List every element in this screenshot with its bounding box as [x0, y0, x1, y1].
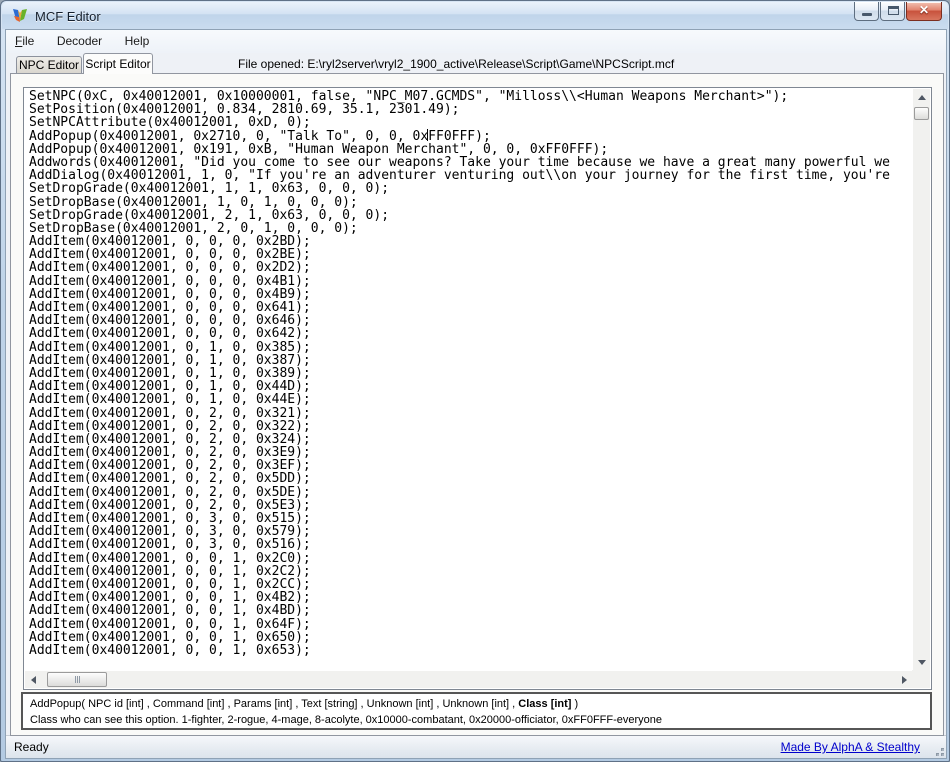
minimize-button[interactable] [854, 2, 879, 21]
tabstrip: NPC Editor Script Editor File opened: E:… [6, 53, 946, 74]
app-window: MCF Editor ✕ File Decoder Help NPC Edito… [0, 0, 950, 762]
code-line: AddItem(0x40012001, 0, 0, 1, 0x2C2); [29, 565, 912, 578]
scroll-right-button[interactable] [896, 671, 912, 688]
function-signature: AddPopup( NPC id [int] , Command [int] ,… [30, 696, 923, 712]
function-help-box: AddPopup( NPC id [int] , Command [int] ,… [21, 692, 932, 730]
code-line: SetNPCAttribute(0x40012001, 0xD, 0); [29, 116, 912, 129]
code-line: AddItem(0x40012001, 0, 0, 1, 0x650); [29, 631, 912, 644]
minimize-icon [862, 13, 872, 16]
code-line: AddPopup(0x40012001, 0x2710, 0, "Talk To… [29, 130, 912, 143]
menubar: File Decoder Help [6, 30, 946, 53]
code-line: SetDropGrade(0x40012001, 2, 1, 0x63, 0, … [29, 209, 912, 222]
scrollbar-corner [912, 670, 930, 688]
script-textarea[interactable]: SetNPC(0xC, 0x40012001, 0x10000001, fals… [23, 87, 932, 690]
menu-decoder[interactable]: Decoder [48, 30, 111, 52]
status-text: Ready [14, 740, 49, 754]
code-line: AddItem(0x40012001, 0, 1, 0, 0x44E); [29, 393, 912, 406]
code-line: AddItem(0x40012001, 0, 2, 0, 0x5DE); [29, 486, 912, 499]
resize-grip-icon[interactable] [930, 742, 944, 756]
code-line: AddItem(0x40012001, 0, 2, 0, 0x321); [29, 407, 912, 420]
statusbar: Ready Made By AlphA & Stealthy [6, 735, 946, 758]
code-line: AddItem(0x40012001, 0, 1, 0, 0x385); [29, 341, 912, 354]
code-line: AddItem(0x40012001, 0, 0, 1, 0x4BD); [29, 604, 912, 617]
text-caret [427, 129, 428, 141]
code-line: AddItem(0x40012001, 0, 0, 1, 0x2C0); [29, 552, 912, 565]
code-line: AddItem(0x40012001, 0, 0, 0, 0x2D2); [29, 261, 912, 274]
scroll-right-icon [902, 676, 907, 684]
code-line: AddItem(0x40012001, 0, 0, 0, 0x642); [29, 327, 912, 340]
code-line: AddPopup(0x40012001, 0x191, 0xB, "Human … [29, 143, 912, 156]
scroll-left-button[interactable] [25, 671, 41, 688]
maximize-icon [888, 6, 899, 15]
app-logo-icon [11, 7, 29, 25]
menu-help[interactable]: Help [116, 30, 159, 52]
code-line: SetDropGrade(0x40012001, 1, 1, 0x63, 0, … [29, 182, 912, 195]
code-line: AddItem(0x40012001, 0, 1, 0, 0x387); [29, 354, 912, 367]
scroll-up-button[interactable] [913, 89, 930, 105]
menu-file[interactable]: File [6, 30, 43, 52]
file-opened-label: File opened: E:\ryl2server\vryl2_1900_ac… [238, 57, 674, 71]
client-area: File Decoder Help NPC Editor Script Edit… [5, 29, 947, 759]
tab-npc-editor[interactable]: NPC Editor [16, 56, 82, 74]
horizontal-scroll-thumb[interactable] [47, 672, 107, 687]
function-description: Class who can see this option. 1-fighter… [30, 712, 923, 728]
code-content[interactable]: SetNPC(0xC, 0x40012001, 0x10000001, fals… [25, 89, 912, 670]
window-title: MCF Editor [35, 9, 101, 24]
code-line: AddItem(0x40012001, 0, 0, 0, 0x4B1); [29, 275, 912, 288]
code-line: AddItem(0x40012001, 0, 3, 0, 0x516); [29, 538, 912, 551]
code-line: AddItem(0x40012001, 0, 0, 1, 0x64F); [29, 618, 912, 631]
scroll-down-button[interactable] [913, 654, 930, 670]
scroll-up-icon [918, 95, 926, 100]
maximize-button[interactable] [880, 2, 905, 21]
vertical-scrollbar[interactable] [913, 89, 930, 670]
close-button[interactable]: ✕ [906, 2, 942, 21]
close-icon: ✕ [919, 3, 929, 17]
tab-script-editor[interactable]: Script Editor [83, 53, 153, 74]
script-editor-page: SetNPC(0xC, 0x40012001, 0x10000001, fals… [10, 73, 944, 736]
vertical-scroll-thumb[interactable] [914, 107, 929, 120]
code-line: AddItem(0x40012001, 0, 0, 1, 0x653); [29, 644, 912, 657]
horizontal-scrollbar[interactable] [25, 671, 912, 688]
code-line: SetDropBase(0x40012001, 1, 0, 1, 0, 0, 0… [29, 196, 912, 209]
titlebar[interactable]: MCF Editor ✕ [2, 2, 948, 29]
credits-link[interactable]: Made By AlphA & Stealthy [781, 740, 920, 754]
code-line: AddItem(0x40012001, 0, 2, 0, 0x322); [29, 420, 912, 433]
code-line: AddItem(0x40012001, 0, 2, 0, 0x5DD); [29, 472, 912, 485]
scroll-left-icon [31, 676, 36, 684]
scroll-down-icon [918, 660, 926, 665]
